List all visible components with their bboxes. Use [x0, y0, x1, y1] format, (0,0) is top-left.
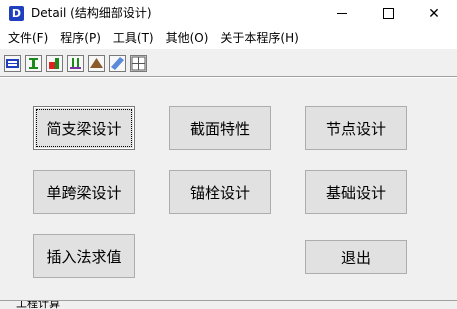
toolbar-divider-highlight — [0, 77, 457, 78]
menu-other[interactable]: 其他(O) — [160, 28, 215, 48]
interpolation-button[interactable]: 插入法求值 — [33, 234, 135, 278]
maximize-icon — [382, 8, 394, 19]
joint-design-button[interactable]: 节点设计 — [305, 106, 407, 150]
menu-bar: 文件(F) 程序(P) 工具(T) 其他(O) 关于本程序(H) — [0, 27, 457, 49]
close-button[interactable]: ✕ — [411, 0, 457, 27]
minimize-icon — [337, 13, 347, 14]
beam-icon[interactable] — [4, 55, 21, 72]
simple-beam-design-button[interactable]: 简支梁设计 — [33, 106, 135, 150]
anchor-icon[interactable] — [67, 55, 84, 72]
window-title: Detail (结构细部设计) — [31, 6, 152, 20]
exit-button[interactable]: 退出 — [305, 240, 407, 274]
menu-about[interactable]: 关于本程序(H) — [214, 28, 304, 48]
anchor-bolt-design-button[interactable]: 锚栓设计 — [169, 170, 271, 214]
cut-icon[interactable] — [109, 55, 126, 72]
toolbar — [0, 50, 457, 78]
minimize-button[interactable] — [319, 0, 365, 27]
close-icon: ✕ — [428, 5, 440, 22]
foundation-icon[interactable] — [88, 55, 105, 72]
grid-icon[interactable] — [130, 55, 147, 72]
foundation-design-button[interactable]: 基础设计 — [305, 170, 407, 214]
maximize-button[interactable] — [365, 0, 411, 27]
single-span-beam-design-button[interactable]: 单跨梁设计 — [33, 170, 135, 214]
joint-icon[interactable] — [46, 55, 63, 72]
section-properties-button[interactable]: 截面特性 — [169, 106, 271, 150]
menu-program[interactable]: 程序(P) — [54, 28, 107, 48]
menu-file[interactable]: 文件(F) — [0, 28, 54, 48]
menu-tools[interactable]: 工具(T) — [107, 28, 160, 48]
title-bar: D Detail (结构细部设计) ✕ — [0, 0, 457, 27]
app-icon: D — [9, 6, 24, 21]
column-icon[interactable] — [25, 55, 42, 72]
